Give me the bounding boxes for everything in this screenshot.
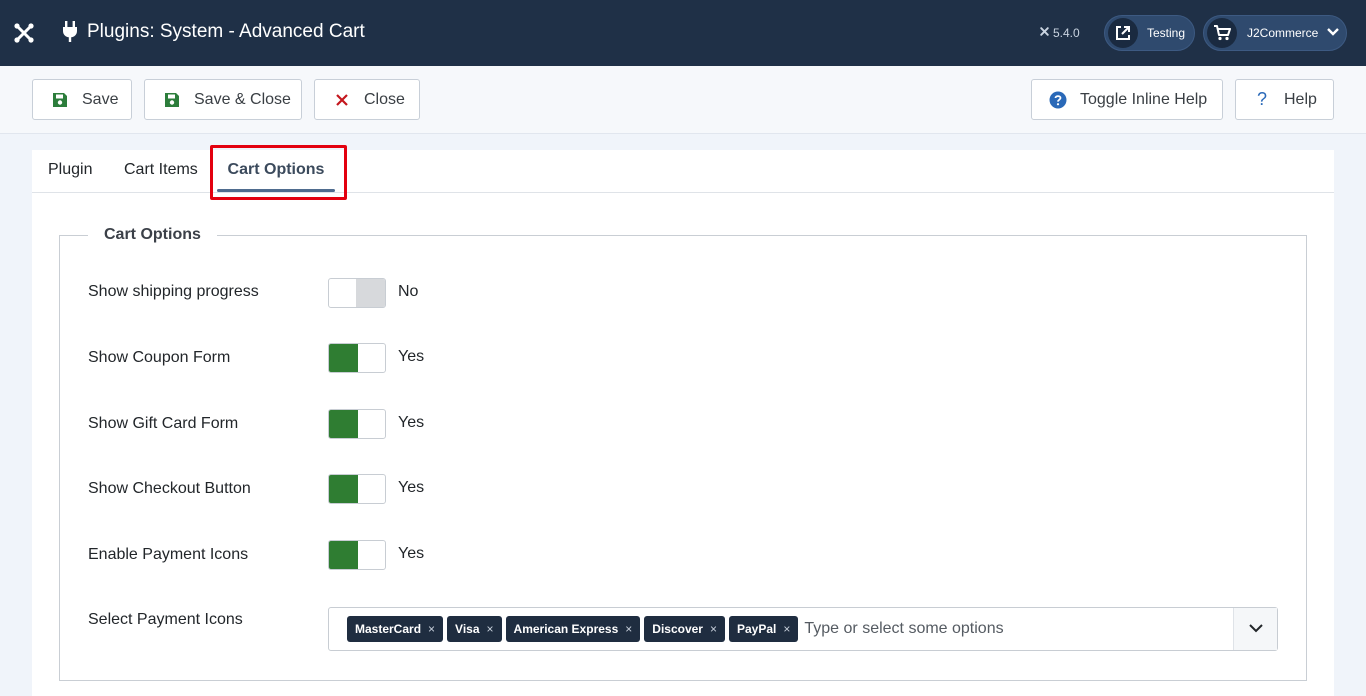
tab-cart-items[interactable]: Cart Items: [124, 150, 198, 193]
save-button[interactable]: Save: [32, 79, 132, 120]
selected-chips: MasterCard × Visa × American Express × Disc…: [347, 616, 1004, 642]
toggle-value-payment-icons: Yes: [398, 545, 425, 562]
user-menu-button[interactable]: J2Commerce: [1203, 15, 1347, 51]
select-search-input[interactable]: Type or select some options: [804, 620, 1003, 638]
chevron-down-icon: [1248, 620, 1264, 638]
chip-label: MasterCard: [355, 622, 422, 636]
fieldset-legend: Cart Options: [88, 223, 217, 247]
user-menu-label: J2Commerce: [1247, 26, 1319, 40]
cart-icon: [1207, 18, 1237, 48]
chip-label: Visa: [455, 622, 480, 636]
field-label-payment-icons: Enable Payment Icons: [88, 546, 249, 563]
select-dropdown-toggle[interactable]: [1233, 608, 1277, 650]
chip-label: PayPal: [737, 622, 777, 636]
remove-chip-icon[interactable]: ×: [783, 622, 790, 636]
toggle-knob: [329, 475, 358, 503]
chip-label: American Express: [513, 622, 619, 636]
field-label-coupon-form: Show Coupon Form: [88, 349, 231, 366]
close-button[interactable]: Close: [314, 79, 420, 120]
chip-visa: Visa ×: [447, 616, 502, 642]
top-header: Plugins: System - Advanced Cart 5.4.0 Te…: [0, 0, 1366, 66]
joomla-small-icon: [1039, 24, 1050, 42]
toggle-coupon-form[interactable]: [328, 343, 386, 373]
remove-chip-icon[interactable]: ×: [487, 622, 494, 636]
preview-site-button[interactable]: Testing: [1104, 15, 1195, 51]
field-label-gift-card-form: Show Gift Card Form: [88, 415, 239, 432]
chip-mastercard: MasterCard ×: [347, 616, 444, 642]
toggle-payment-icons[interactable]: [328, 540, 386, 570]
chip-discover: Discover ×: [644, 616, 725, 642]
remove-chip-icon[interactable]: ×: [428, 622, 435, 636]
floppy-disk-icon: [162, 90, 182, 110]
tab-bar: Plugin Cart Items Cart Options: [32, 145, 1334, 200]
toggle-checkout-button[interactable]: [328, 474, 386, 504]
payment-icons-select[interactable]: MasterCard × Visa × American Express × Disc…: [328, 607, 1278, 651]
plug-icon: [60, 20, 82, 44]
toggle-knob: [329, 410, 358, 438]
toggle-inline-help-button[interactable]: Toggle Inline Help: [1031, 79, 1223, 120]
chip-label: Discover: [652, 622, 703, 636]
close-icon: [332, 90, 352, 110]
question-circle-icon: [1048, 90, 1068, 110]
toggle-value-gift-card-form: Yes: [398, 414, 425, 431]
version-indicator: 5.4.0: [1039, 24, 1080, 42]
toggle-knob: [329, 541, 358, 569]
save-close-label: Save & Close: [194, 90, 291, 108]
joomla-logo-icon[interactable]: [0, 0, 48, 66]
question-mark-icon: ?: [1256, 89, 1267, 109]
toggle-knob: [356, 279, 385, 307]
external-link-icon: [1108, 18, 1138, 48]
toggle-knob: [329, 344, 358, 372]
toggle-shipping-progress[interactable]: [328, 278, 386, 308]
save-label: Save: [82, 90, 119, 108]
remove-chip-icon[interactable]: ×: [625, 622, 632, 636]
toolbar: Save Save & Close Close Toggle Inline He…: [0, 66, 1366, 134]
chevron-down-icon: [1326, 26, 1340, 40]
save-close-button[interactable]: Save & Close: [144, 79, 302, 120]
toggle-inline-help-label: Toggle Inline Help: [1080, 90, 1208, 108]
close-label: Close: [364, 90, 405, 108]
field-label-checkout-button: Show Checkout Button: [88, 480, 251, 497]
field-label-select-payment-icons: Select Payment Icons: [88, 611, 243, 628]
preview-site-label: Testing: [1147, 26, 1186, 40]
highlight-box: [210, 145, 347, 200]
toggle-gift-card-form[interactable]: [328, 409, 386, 439]
toggle-value-shipping-progress: No: [398, 283, 419, 300]
page-title: Plugins: System - Advanced Cart: [87, 21, 365, 42]
help-button[interactable]: ? Help: [1235, 79, 1334, 120]
field-label-shipping-progress: Show shipping progress: [88, 283, 259, 300]
chip-american-express: American Express ×: [505, 616, 641, 642]
cart-options-fieldset: Cart Options Show shipping progress No S…: [59, 223, 1307, 681]
toggle-value-checkout-button: Yes: [398, 479, 425, 496]
tab-plugin[interactable]: Plugin: [48, 150, 92, 193]
version-text: 5.4.0: [1053, 26, 1080, 40]
floppy-disk-icon: [50, 90, 70, 110]
chip-paypal: PayPal ×: [729, 616, 799, 642]
help-label: Help: [1284, 90, 1317, 108]
edit-form-card: Plugin Cart Items Cart Options Cart Opti…: [32, 145, 1334, 696]
toggle-value-coupon-form: Yes: [398, 348, 425, 365]
remove-chip-icon[interactable]: ×: [710, 622, 717, 636]
